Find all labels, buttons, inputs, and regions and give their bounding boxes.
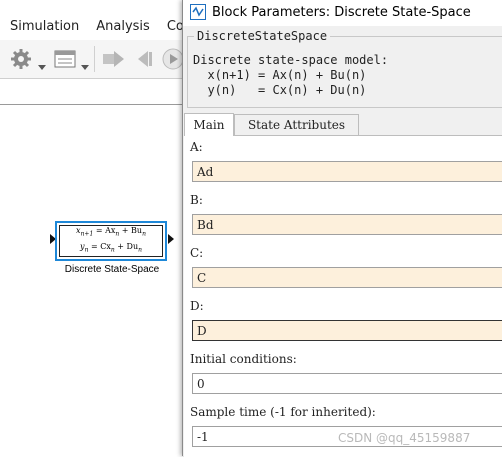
simulink-block-icon (190, 4, 206, 20)
menu-analysis[interactable]: Analysis (79, 19, 150, 34)
param-field-a[interactable]: Ad (192, 161, 502, 182)
description-line: y(n) = Cx(n) + Du(n) (193, 83, 367, 97)
tab-main[interactable]: Main (184, 113, 234, 136)
chevron-down-icon[interactable] (81, 56, 89, 75)
param-label-a: A: (190, 140, 203, 154)
menu-simulation[interactable]: Simulation (0, 19, 79, 34)
param-field-c[interactable]: C (192, 267, 502, 288)
param-field-initial-conditions[interactable]: 0 (192, 373, 502, 394)
param-label-b: B: (190, 193, 203, 207)
step-forward-icon[interactable] (102, 48, 126, 74)
param-label-sample-time: Sample time (-1 for inherited): (190, 405, 376, 419)
library-icon[interactable] (54, 48, 76, 74)
tab-state-attributes[interactable]: State Attributes (234, 114, 359, 135)
discrete-state-space-block[interactable]: xn+1 = Axn + Bun yn = Cxn + Dun (55, 221, 167, 261)
step-back-icon[interactable] (134, 48, 156, 74)
run-icon[interactable] (162, 48, 184, 74)
toolbar-divider (94, 46, 95, 72)
menu-bar: Simulation Analysis Code (0, 13, 200, 39)
model-browser-bar (0, 104, 185, 132)
dialog-titlebar[interactable]: Block Parameters: Discrete State-Space (183, 0, 502, 26)
tab-state-attributes-label: State Attributes (247, 118, 346, 132)
watermark: CSDN @qq_45159887 (338, 431, 471, 445)
model-canvas[interactable] (0, 131, 185, 456)
chevron-down-icon[interactable] (38, 56, 46, 75)
param-field-d[interactable]: D (192, 320, 502, 341)
toolbar (0, 40, 185, 79)
output-equation: yn = Cxn + Dun (80, 242, 142, 254)
state-equation: xn+1 = Axn + Bun (76, 226, 146, 238)
param-field-b[interactable]: Bd (192, 214, 502, 235)
dialog-title: Block Parameters: Discrete State-Space (212, 5, 471, 20)
description-line: Discrete state-space model: (193, 53, 389, 67)
tab-main-label: Main (193, 118, 225, 132)
param-label-d: D: (190, 299, 204, 313)
gear-icon[interactable] (10, 48, 32, 74)
block-equations: xn+1 = Axn + Bun yn = Cxn + Dun (59, 225, 163, 257)
param-label-c: C: (190, 246, 204, 260)
param-label-initial-conditions: Initial conditions: (190, 352, 297, 366)
groupbox-title: DiscreteStateSpace (194, 29, 331, 43)
output-port[interactable] (168, 234, 174, 244)
description-line: x(n+1) = Ax(n) + Bu(n) (193, 68, 367, 82)
block-name-label[interactable]: Discrete State-Space (52, 264, 172, 275)
